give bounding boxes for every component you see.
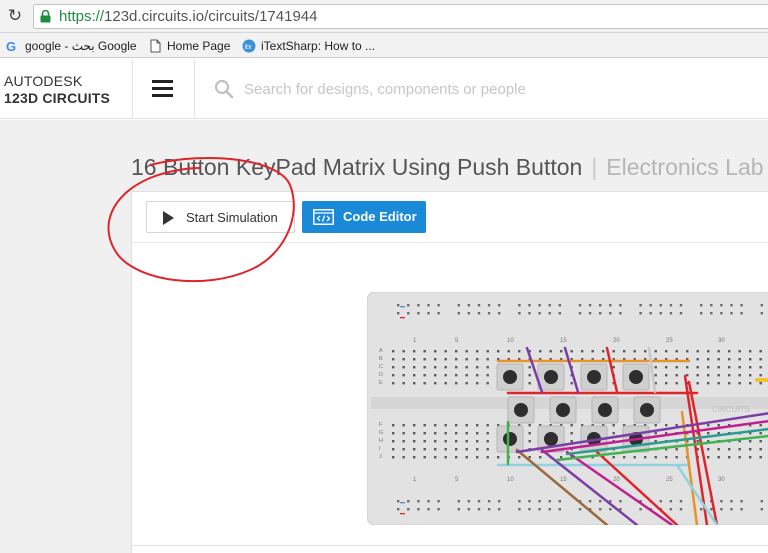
toolbar-divider [131,242,768,243]
divider [194,59,195,119]
column-number: 30 [718,338,725,344]
lock-icon [40,10,51,23]
code-icon [313,209,334,225]
breadboard-watermark: CIRCUITS [712,405,750,414]
row-letter: G [379,430,383,436]
url-scheme: https:// [59,8,105,25]
brand-autodesk[interactable]: AUTODESK [4,73,82,89]
breadboard-canvas[interactable]: 1 5 10 15 20 25 30 1 5 10 15 20 25 30 A … [367,292,768,525]
row-letter: A [379,348,383,354]
row-letter: B [379,356,383,362]
code-editor-button[interactable]: Code Editor [302,201,426,233]
brand-123d-circuits[interactable]: 123D CIRCUITS [4,90,110,106]
svg-text:G: G [6,39,16,53]
page-title: 16 Button KeyPad Matrix Using Push Butto… [131,154,764,181]
reload-icon[interactable]: ↻ [5,6,25,26]
bookmark-label: iTextSharp: How to ... [261,38,376,53]
url-path: 123d.circuits.io/circuits/1741944 [104,8,318,25]
left-panel [0,120,131,553]
column-number: 10 [507,477,514,483]
start-simulation-label: Start Simulation [186,210,278,225]
start-simulation-button[interactable]: Start Simulation [146,201,295,233]
page-icon [150,39,161,52]
column-number: 30 [718,477,725,483]
bookmark-label: Home Page [167,38,231,53]
row-letter: H [379,438,383,444]
column-number: 20 [613,477,620,483]
code-editor-label: Code Editor [343,209,417,224]
column-number: 10 [507,338,514,344]
bookmark-google[interactable]: G google - بحث Google [6,37,137,54]
app-header: AUTODESK 123D CIRCUITS [0,59,768,119]
column-number: 25 [666,338,673,344]
divider [132,59,133,119]
bookmark-itextsharp[interactable]: itx iTextSharp: How to ... [242,37,375,54]
browser-address-bar: ↻ https://123d.circuits.io/circuits/1741… [0,0,768,33]
circuit-owner[interactable]: Electronics Lab [606,154,763,180]
bookmark-home-page[interactable]: Home Page [148,37,230,54]
row-letter: J [379,454,382,460]
column-number: 15 [560,338,567,344]
bookmarks-bar: G google - بحث Google Home Page itx iTex… [0,33,768,58]
column-number: 25 [666,477,673,483]
menu-icon[interactable] [152,80,173,97]
play-icon [163,211,174,225]
bookmark-label: google - بحث Google [25,38,137,53]
row-letter: D [379,372,383,378]
url-field[interactable]: https://123d.circuits.io/circuits/174194… [33,4,768,29]
circuit-title: 16 Button KeyPad Matrix Using Push Butto… [131,154,583,180]
column-number: 15 [560,477,567,483]
column-number: 20 [613,338,620,344]
row-letter: C [379,364,383,370]
search-icon [214,79,234,99]
card-divider [131,545,768,546]
google-icon: G [6,39,16,53]
title-separator: | [591,154,598,180]
search-input[interactable] [244,77,744,101]
row-letter: E [379,380,383,386]
url-text: https://123d.circuits.io/circuits/174194… [59,8,317,25]
itextsharp-icon: itx [242,39,256,52]
svg-text:itx: itx [245,44,253,51]
